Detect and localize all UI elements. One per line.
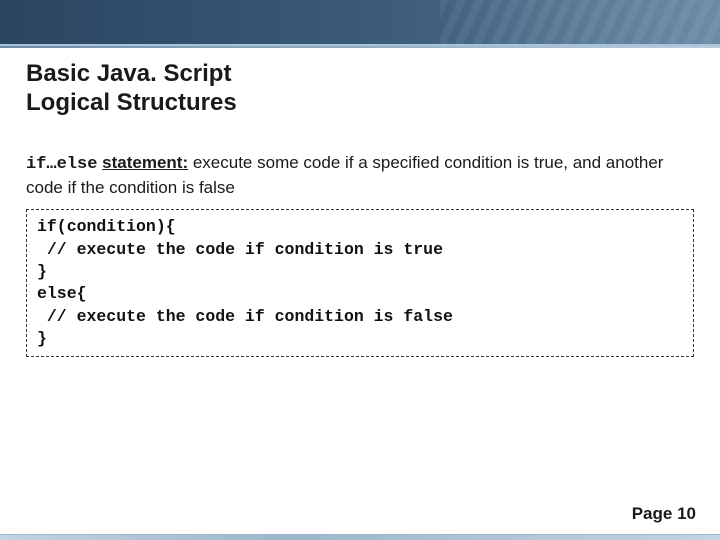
footer: Page 10 (0, 496, 720, 540)
slide-title: Basic Java. Script Logical Structures (26, 60, 694, 118)
page-prefix: Page (632, 504, 677, 523)
code-line: } (37, 329, 47, 348)
code-line: // execute the code if condition is fals… (37, 307, 453, 326)
title-line-2: Logical Structures (26, 89, 237, 116)
code-line: } (37, 262, 47, 281)
statement-label: statement: (102, 153, 188, 172)
page-number: Page 10 (632, 504, 696, 532)
code-line: if(condition){ (37, 217, 176, 236)
title-line-1: Basic Java. Script (26, 60, 231, 87)
header-band (0, 0, 720, 46)
header-texture (440, 0, 720, 44)
code-block: if(condition){ // execute the code if co… (26, 209, 694, 357)
page-num-value: 10 (677, 504, 696, 523)
slide-content: Basic Java. Script Logical Structures if… (0, 46, 720, 357)
code-line: else{ (37, 284, 87, 303)
code-line: // execute the code if condition is true (37, 240, 443, 259)
keyword-if-else: if…else (26, 155, 97, 174)
statement-description: if…else statement: execute some code if … (26, 152, 694, 200)
footer-accent-bar (0, 534, 720, 540)
